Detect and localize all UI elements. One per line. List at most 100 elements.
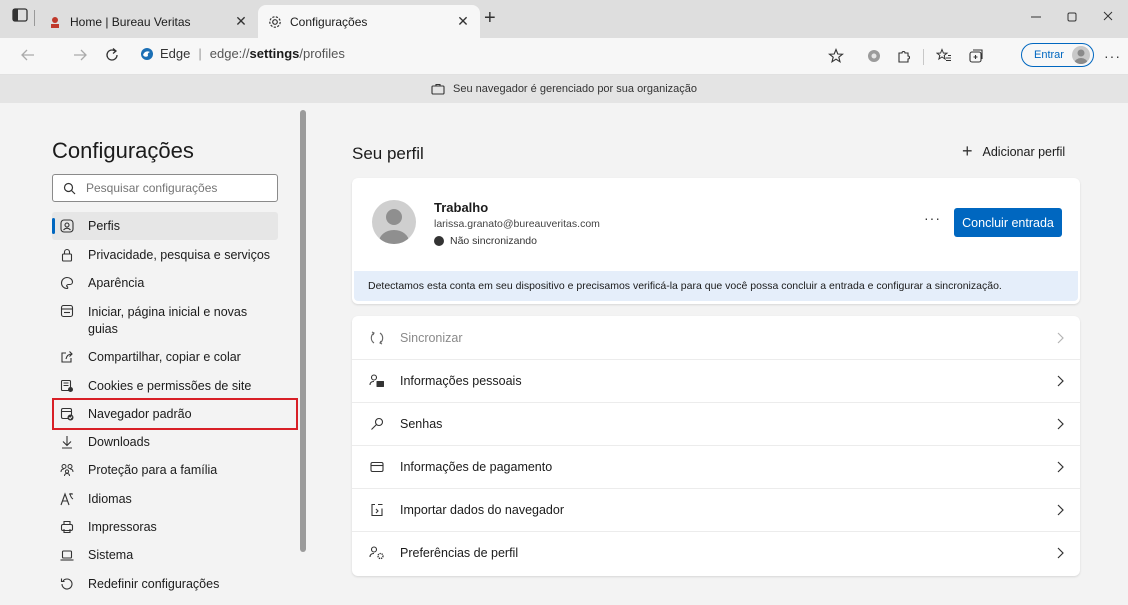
profile-email: larissa.granato@bureauveritas.com [434,218,600,230]
profile-name: Trabalho [434,200,489,215]
family-icon [56,463,78,477]
sidebar-scrollbar[interactable] [300,110,306,552]
address-bar[interactable]: Edge | edge://settings/profiles [140,46,345,61]
toolbar-divider [923,49,924,65]
sidebar-item-label: Privacidade, pesquisa e serviços [88,248,271,262]
verification-notice: Detectamos esta conta em seu dispositivo… [354,271,1078,301]
sidebar-item-aparencia[interactable]: Aparência [52,276,278,290]
sidebar-item-privacidade[interactable]: Privacidade, pesquisa e serviços [52,248,278,262]
row-sincronizar[interactable]: Sincronizar [352,316,1080,359]
sidebar-item-impressoras[interactable]: Impressoras [52,520,278,534]
minimize-icon[interactable] [1030,10,1042,22]
favorites-icon[interactable] [936,48,952,64]
extension-icon[interactable] [866,48,882,64]
close-icon[interactable]: ✕ [452,13,474,30]
row-label: Sincronizar [400,330,463,345]
profile-more-button[interactable]: ··· [924,210,941,226]
avatar [1072,46,1090,64]
chevron-right-icon [1056,375,1064,387]
forward-icon[interactable] [72,47,88,63]
briefcase-icon [431,83,453,95]
laptop-icon [56,548,78,562]
share-icon [56,350,78,364]
sidebar-item-perfis[interactable]: Perfis [52,212,278,240]
bureau-veritas-favicon [48,15,62,29]
personal-info-icon [368,374,386,388]
row-label: Informações pessoais [400,374,522,388]
sidebar-item-idiomas[interactable]: Idiomas [52,492,278,506]
sidebar-item-label: Idiomas [88,492,132,506]
lock-icon [56,248,78,262]
maximize-icon[interactable] [1066,11,1078,23]
sidebar-title: Configurações [52,138,194,163]
tab-actions-icon[interactable] [12,8,28,22]
settings-search[interactable] [52,174,278,202]
managed-banner-text: Seu navegador é gerenciado por sua organ… [452,83,697,95]
more-options-button[interactable]: ··· [1104,49,1121,63]
sidebar-item-label: Aparência [88,276,145,290]
sidebar-item-label: Cookies e permissões de site [88,379,252,393]
sidebar-item-label: Impressoras [88,520,157,534]
favorite-star-icon[interactable] [828,48,844,64]
chevron-right-icon [1056,332,1064,344]
tab-bureau-veritas[interactable]: Home | Bureau Veritas ✕ [38,5,258,38]
row-informacoes-pessoais[interactable]: Informações pessoais [352,359,1080,402]
add-profile-label: Adicionar perfil [982,144,1066,159]
profile-card: Trabalho larissa.granato@bureauveritas.c… [352,178,1080,304]
highlight-box [52,398,298,430]
back-icon[interactable] [20,47,36,63]
sidebar-item-iniciar[interactable]: Iniciar, página inicial e novas guias [52,304,278,338]
sync-status: Não sincronizando [434,235,537,247]
sidebar-item-label: Iniciar, página inicial e novas guias [88,305,248,336]
sync-icon [368,331,386,345]
close-icon[interactable]: ✕ [230,13,252,30]
signin-label: Entrar [1034,49,1064,61]
sidebar-item-label: Sistema [88,548,134,562]
tab-title: Home | Bureau Veritas [70,14,191,29]
edge-icon [140,47,154,61]
sidebar-item-downloads[interactable]: Downloads [52,435,278,449]
puzzle-icon[interactable] [896,48,912,64]
row-importar[interactable]: Importar dados do navegador [352,488,1080,531]
finish-signin-button[interactable]: Concluir entrada [954,208,1062,237]
collections-icon[interactable] [968,48,984,64]
sync-off-icon [434,236,444,246]
chevron-right-icon [1056,418,1064,430]
search-input[interactable] [86,181,266,195]
new-tab-button[interactable]: + [484,8,496,28]
sidebar-item-cookies[interactable]: Cookies e permissões de site [52,379,278,393]
address-separator: | [198,46,202,61]
refresh-icon[interactable] [104,47,120,63]
window-close-icon[interactable] [1102,10,1114,22]
plus-icon: + [962,141,973,161]
search-icon [63,182,76,194]
key-icon [368,417,386,431]
cookies-icon [56,379,78,393]
reset-icon [56,577,78,591]
chevron-right-icon [1056,461,1064,473]
tab-divider [34,10,35,26]
avatar [372,200,416,244]
profile-prefs-icon [368,546,386,560]
page-title: Seu perfil [352,144,424,163]
palette-icon [56,276,78,290]
chevron-right-icon [1056,547,1064,559]
printer-icon [56,520,78,534]
signin-button[interactable]: Entrar [1021,43,1094,67]
row-pagamento[interactable]: Informações de pagamento [352,445,1080,488]
sidebar-item-redefinir[interactable]: Redefinir configurações [52,577,278,591]
download-icon [56,435,78,449]
add-profile-button[interactable]: + Adicionar perfil [962,141,1065,162]
sync-status-text: Não sincronizando [450,235,537,247]
address-url: edge://settings/profiles [209,46,345,61]
import-icon [368,503,386,517]
sidebar-item-compartilhar[interactable]: Compartilhar, copiar e colar [52,350,278,364]
credit-card-icon [368,461,386,473]
sidebar-item-sistema[interactable]: Sistema [52,548,278,562]
managed-banner: Seu navegador é gerenciado por sua organ… [0,75,1128,103]
sidebar-item-familia[interactable]: Proteção para a família [52,463,278,477]
row-preferencias[interactable]: Preferências de perfil [352,531,1080,574]
language-icon [56,492,78,506]
tab-settings[interactable]: Configurações ✕ [258,5,480,38]
row-senhas[interactable]: Senhas [352,402,1080,445]
